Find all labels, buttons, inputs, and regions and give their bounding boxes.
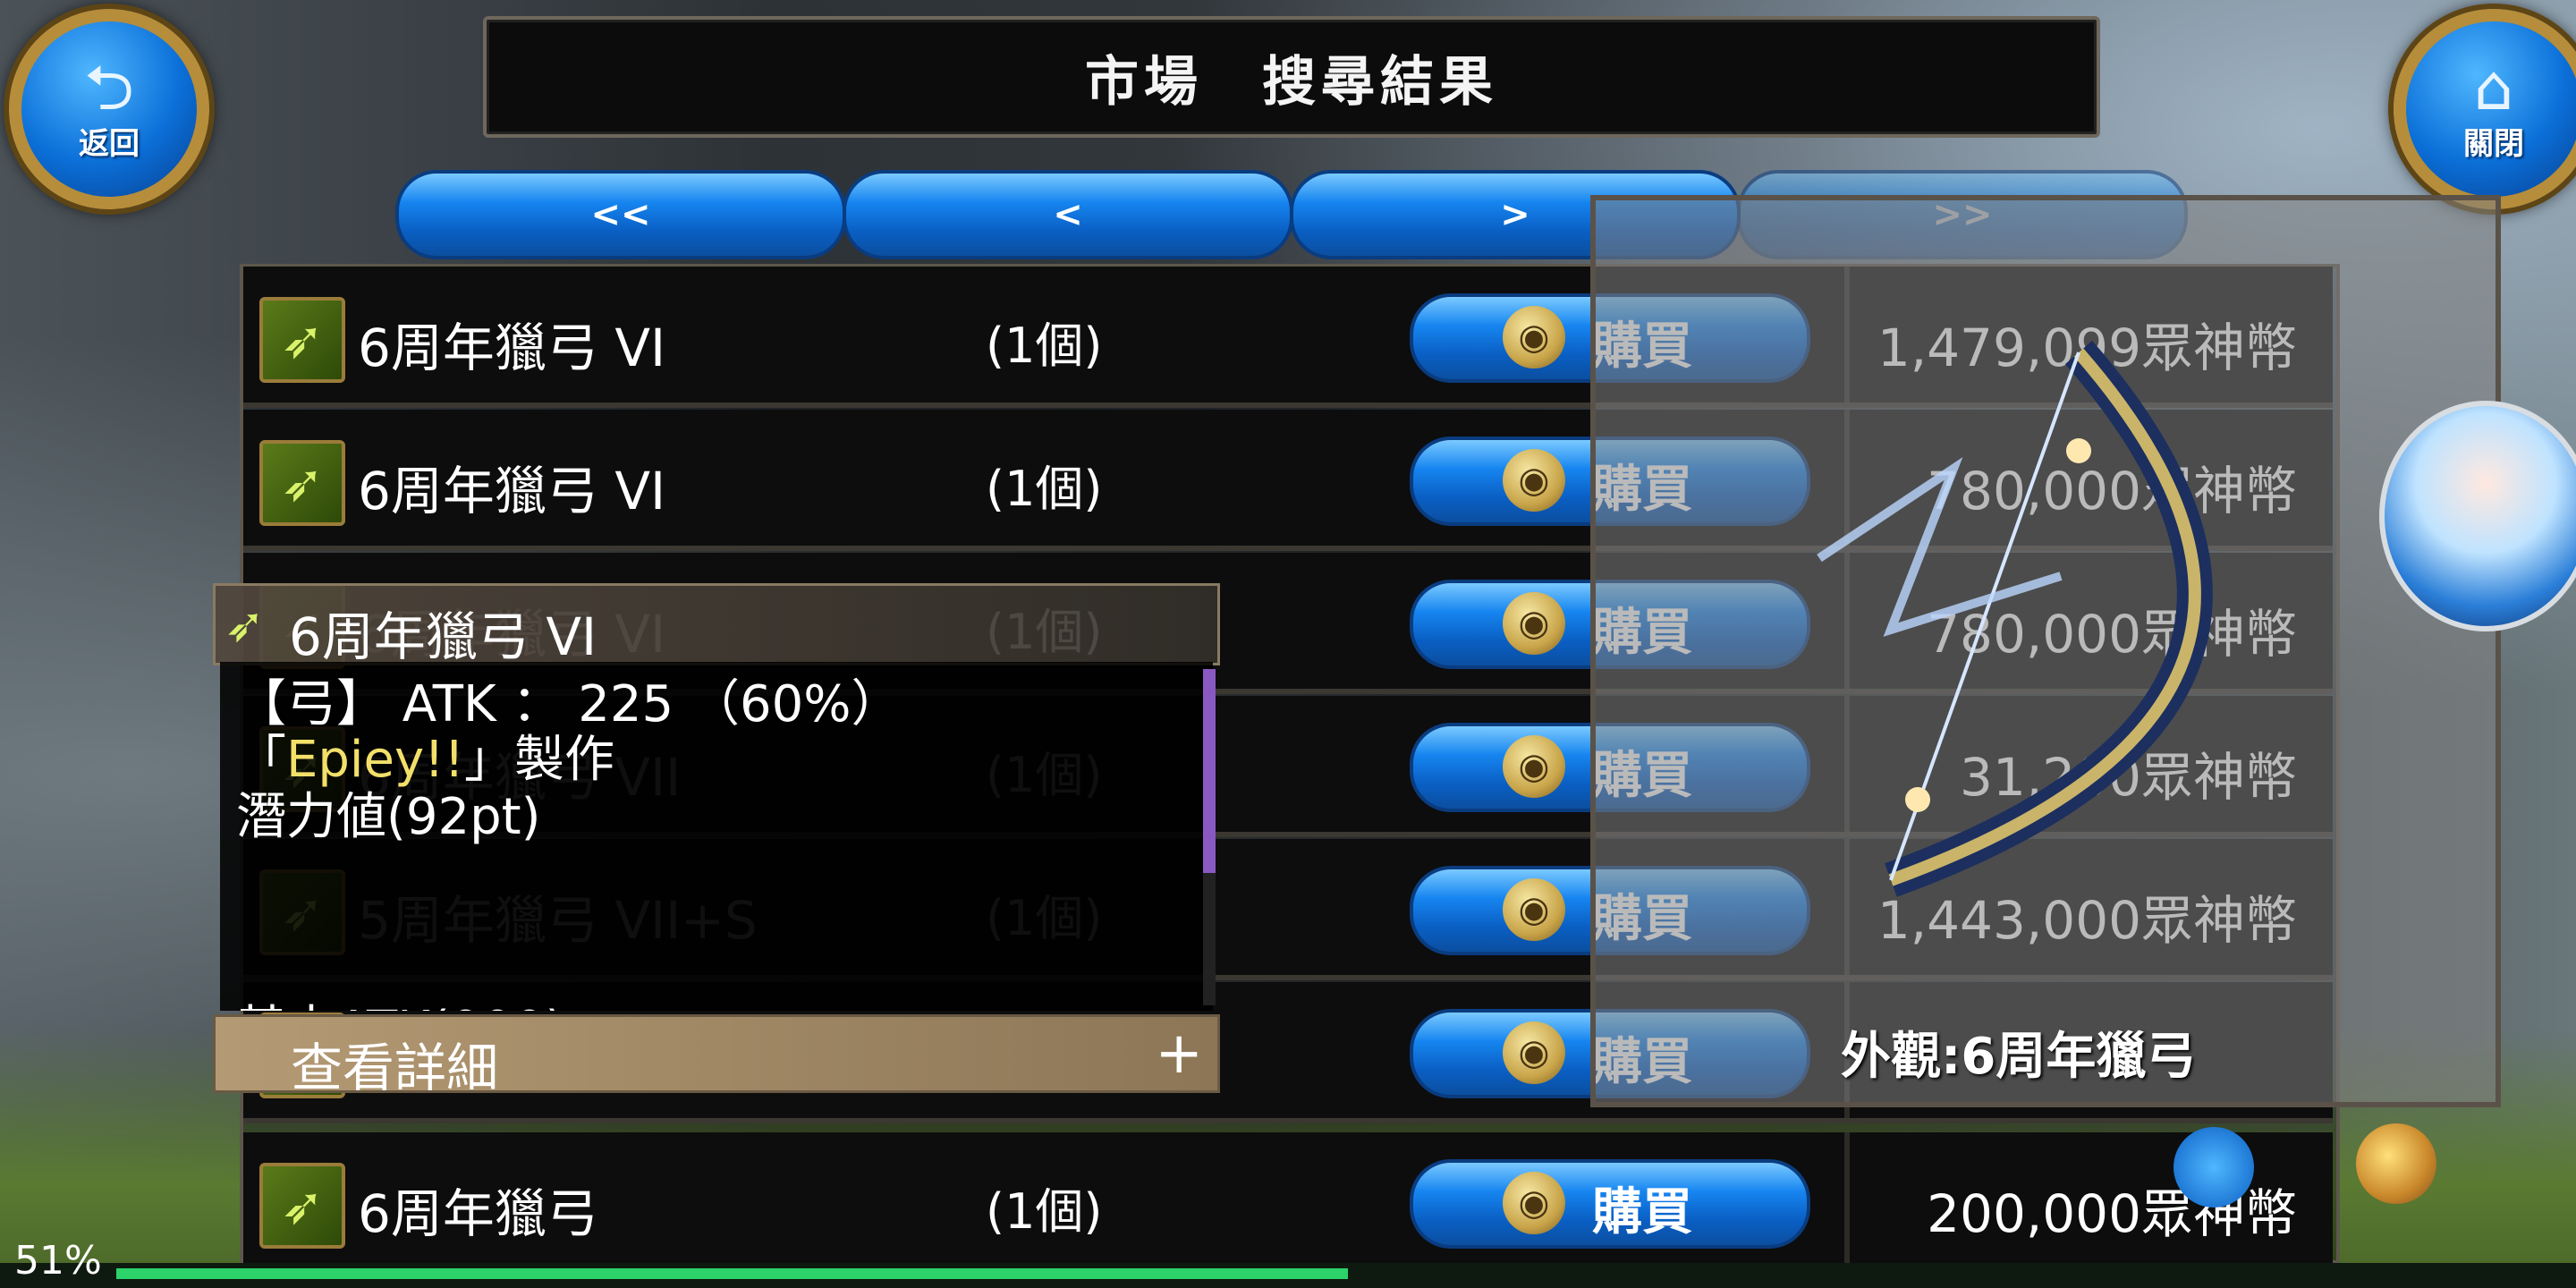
view-details-button[interactable]: 查看詳細 + <box>213 1014 1220 1098</box>
item-preview-panel <box>1590 195 2501 1107</box>
back-button-label: 返回 <box>79 125 140 162</box>
coin-icon: ◉ <box>1503 592 1565 655</box>
coin-icon: ◉ <box>1503 306 1565 369</box>
bow-preview-image <box>1817 340 2213 897</box>
coin-icon: ◉ <box>1503 735 1565 798</box>
item-name: 6周年獵弓 VI <box>358 461 666 521</box>
coin-icon: ◉ <box>1503 449 1565 512</box>
item-quantity: (1個) <box>986 1183 1103 1240</box>
tooltip-potential-line: 潛力値(92pt) <box>236 788 541 846</box>
refresh-icon[interactable] <box>2174 1127 2254 1208</box>
item-quantity: (1個) <box>986 318 1103 374</box>
preview-caption: 外觀:6周年獵弓 <box>1841 1028 2197 1086</box>
back-arrow-icon: ⮌ <box>83 50 135 124</box>
column-divider <box>1844 1132 1850 1268</box>
bow-icon: ➶ <box>259 440 345 526</box>
tooltip-title: 6周年獵弓 VI <box>289 606 597 667</box>
buy-button-label: 購買 <box>1592 1183 1692 1241</box>
tooltip-title-bar: ➶ 6周年獵弓 VI <box>213 583 1220 667</box>
buy-button[interactable]: ◉ 購買 <box>1410 1159 1810 1249</box>
item-name: 6周年獵弓 VI <box>358 318 666 378</box>
tooltip-base-atk-line: 基本ATK(000) <box>236 989 564 1011</box>
footer-progress-fill <box>116 1268 1348 1279</box>
listing-row[interactable]: ➶ 6周年獵弓 (1個) ◉ 購買 200,000眾神幣 <box>243 1132 2333 1274</box>
title-bar: 市場 搜尋結果 <box>483 16 2100 138</box>
coin-icon: ◉ <box>1503 1021 1565 1084</box>
tooltip-scrollbar-thumb[interactable] <box>1203 669 1216 873</box>
home-icon: ⌂ <box>2473 50 2514 124</box>
view-details-label: 查看詳細 <box>291 1038 499 1098</box>
coin-icon: ◉ <box>1503 878 1565 941</box>
coin-icon: ◉ <box>1503 1172 1565 1234</box>
page-title: 市場 搜尋結果 <box>1085 50 1498 114</box>
first-page-button[interactable]: << <box>395 170 846 259</box>
bow-icon: ➶ <box>225 597 266 653</box>
back-button[interactable]: ⮌ 返回 <box>9 9 209 209</box>
bow-icon: ➶ <box>259 297 345 383</box>
tooltip-body: 【弓】 ATK ： 225 （60%） 「Epiey!!」製作 潛力値(92pt… <box>220 662 1213 1011</box>
expand-plus-icon: + <box>1155 1021 1203 1087</box>
close-button-label: 關閉 <box>2463 125 2524 162</box>
footer-percent: 51% <box>14 1238 102 1284</box>
prev-page-button[interactable]: < <box>843 170 1293 259</box>
item-name: 6周年獵弓 <box>358 1183 598 1244</box>
palette-icon[interactable] <box>2356 1123 2436 1204</box>
item-quantity: (1個) <box>986 461 1103 517</box>
bow-icon: ➶ <box>259 1163 345 1249</box>
